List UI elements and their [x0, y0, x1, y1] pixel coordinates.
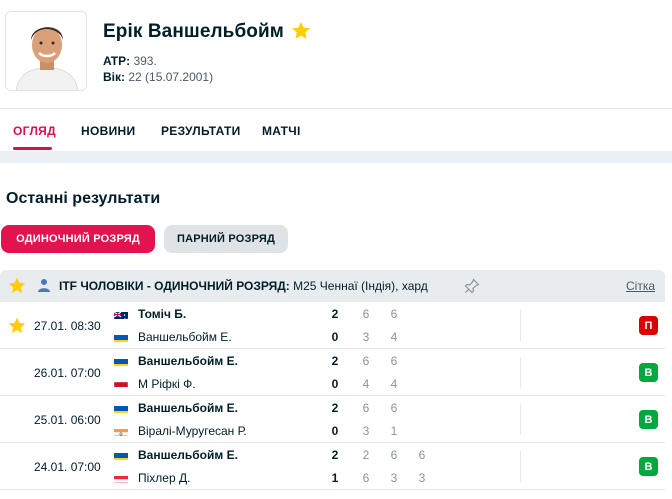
set-score: 6 [390, 448, 398, 462]
match-time: 25.01. 06:00 [34, 413, 101, 427]
ukraine-flag-icon [114, 332, 128, 342]
player2-total-score: 0 [331, 424, 339, 438]
tournament-name: M25 Ченнаї (Індія), хард [293, 279, 428, 293]
austria-flag-icon [114, 473, 128, 483]
divider [520, 310, 521, 341]
tournament-header: ITF ЧОЛОВІКИ - ОДИНОЧНИЙ РОЗРЯД: M25 Чен… [0, 270, 665, 302]
player1-name[interactable]: Томіч Б. [138, 307, 186, 321]
age-label: Вік: [103, 70, 126, 84]
set-score: 6 [418, 448, 426, 462]
set-score: 6 [390, 307, 398, 321]
result-badge: В [639, 363, 658, 382]
player1-total-score: 2 [331, 307, 339, 321]
tournament-category: ITF ЧОЛОВІКИ - ОДИНОЧНИЙ РОЗРЯД: [59, 279, 290, 293]
set-score: 3 [362, 424, 370, 438]
age-value: 22 (15.07.2001) [128, 70, 214, 84]
player-age: Вік: 22 (15.07.2001) [103, 70, 213, 84]
set-score: 3 [362, 330, 370, 344]
result-badge: В [639, 457, 658, 476]
set-score: 3 [390, 471, 398, 485]
player1-total-score: 2 [331, 448, 339, 462]
result-badge: П [639, 316, 658, 335]
filter-doubles-button[interactable]: ПАРНИЙ РОЗРЯД [164, 225, 288, 253]
set-score: 4 [362, 377, 370, 391]
player-avatar [5, 11, 87, 91]
match-time: 26.01. 07:00 [34, 366, 101, 380]
tab-news[interactable]: НОВИНИ [81, 124, 135, 138]
australia-flag-icon [114, 309, 128, 319]
divider-band [0, 151, 672, 163]
match-row[interactable]: 24.01. 07:00 Ваншельбойм Е. Піхлер Д. 2 … [0, 443, 665, 490]
player1-name[interactable]: Ваншельбойм Е. [138, 401, 238, 415]
set-score: 6 [362, 471, 370, 485]
player-name: Ерік Ваншельбойм [103, 21, 284, 42]
indonesia-flag-icon [114, 379, 128, 389]
tournament-favorite-star-icon[interactable] [7, 276, 27, 296]
match-row[interactable]: 25.01. 06:00 Ваншельбойм Е. Вірaлі-Муруг… [0, 396, 665, 443]
set-score: 6 [362, 307, 370, 321]
pin-icon[interactable] [464, 278, 480, 294]
ukraine-flag-icon [114, 450, 128, 460]
tournament-title[interactable]: ITF ЧОЛОВІКИ - ОДИНОЧНИЙ РОЗРЯД: M25 Чен… [59, 279, 428, 293]
person-icon [37, 278, 51, 292]
set-score: 4 [390, 377, 398, 391]
favorite-star-icon[interactable] [290, 20, 312, 42]
player2-name[interactable]: Піхлер Д. [138, 471, 190, 485]
section-title: Останні результати [6, 190, 161, 207]
player1-total-score: 2 [331, 401, 339, 415]
result-badge: В [639, 410, 658, 429]
player-atp-ranking: ATP: 393. [103, 54, 157, 68]
player2-total-score: 1 [331, 471, 339, 485]
divider [520, 357, 521, 388]
ukraine-flag-icon [114, 403, 128, 413]
active-tab-indicator [13, 147, 52, 150]
set-score: 6 [390, 354, 398, 368]
filter-singles-button[interactable]: ОДИНОЧНИЙ РОЗРЯД [1, 225, 155, 253]
set-score: 6 [362, 354, 370, 368]
tab-overview[interactable]: ОГЛЯД [13, 124, 56, 138]
match-row[interactable]: 27.01. 08:30 Томіч Б. Ваншельбойм Е. 2 0… [0, 302, 665, 349]
tab-results[interactable]: РЕЗУЛЬТАТИ [161, 124, 241, 138]
player-tabs: ОГЛЯД НОВИНИ РЕЗУЛЬТАТИ МАТЧІ [0, 109, 672, 151]
player1-name[interactable]: Ваншельбойм Е. [138, 354, 238, 368]
atp-value: 393. [133, 54, 157, 68]
match-time: 27.01. 08:30 [34, 319, 101, 333]
player1-total-score: 2 [331, 354, 339, 368]
set-score: 3 [418, 471, 426, 485]
player-header: Ерік Ваншельбойм ATP: 393. Вік: 22 (15.0… [0, 0, 672, 108]
set-score: 1 [390, 424, 398, 438]
player2-name[interactable]: Ваншельбойм Е. [138, 330, 232, 344]
player1-name[interactable]: Ваншельбойм Е. [138, 448, 238, 462]
match-time: 24.01. 07:00 [34, 460, 101, 474]
set-score: 6 [362, 401, 370, 415]
set-score: 6 [390, 401, 398, 415]
match-favorite-star-icon[interactable] [7, 316, 27, 336]
match-row[interactable]: 26.01. 07:00 Ваншельбойм Е. М Ріфкі Ф. 2… [0, 349, 665, 396]
atp-label: ATP: [103, 54, 131, 68]
player2-total-score: 0 [331, 330, 339, 344]
divider [520, 404, 521, 435]
player2-name[interactable]: Вірaлі-Муругесан Р. [138, 424, 247, 438]
ukraine-flag-icon [114, 356, 128, 366]
tab-matches[interactable]: МАТЧІ [262, 124, 301, 138]
divider [520, 451, 521, 482]
player2-name[interactable]: М Ріфкі Ф. [138, 377, 196, 391]
india-flag-icon [114, 426, 128, 436]
set-score: 2 [362, 448, 370, 462]
draw-link[interactable]: Сітка [626, 279, 655, 293]
player2-total-score: 0 [331, 377, 339, 391]
set-score: 4 [390, 330, 398, 344]
